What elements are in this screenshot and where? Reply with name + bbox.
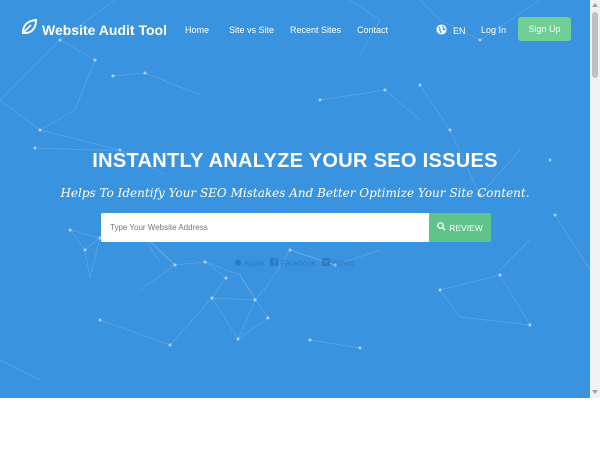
yahoo-icon bbox=[321, 258, 330, 268]
example-yahoo[interactable]: Yahoo bbox=[321, 258, 355, 268]
hero-section: Website Audit Tool Home Site vs Site Rec… bbox=[0, 0, 590, 398]
example-apple[interactable]: Apple bbox=[234, 258, 264, 268]
hero-subheadline: Helps To Identify Your SEO Mistakes And … bbox=[60, 186, 530, 200]
example-apple-label: Apple bbox=[244, 258, 265, 268]
scroll-down-arrow[interactable] bbox=[592, 390, 598, 394]
globe-icon bbox=[436, 24, 447, 37]
scroll-up-arrow[interactable] bbox=[592, 3, 598, 7]
language-selector[interactable]: EN bbox=[436, 24, 466, 37]
nav-contact[interactable]: Contact bbox=[357, 25, 388, 35]
signup-button[interactable]: Sign Up bbox=[518, 17, 571, 41]
nav-site-vs-site[interactable]: Site vs Site bbox=[229, 25, 274, 35]
brand-name: Website Audit Tool bbox=[42, 21, 167, 38]
language-label: EN bbox=[453, 25, 466, 36]
scroll-thumb[interactable] bbox=[592, 12, 598, 78]
example-facebook-label: Facebook bbox=[280, 258, 316, 268]
facebook-icon bbox=[270, 258, 279, 268]
example-facebook[interactable]: Facebook bbox=[270, 258, 316, 268]
top-navbar: Website Audit Tool Home Site vs Site Rec… bbox=[0, 0, 590, 60]
page-scrollbar[interactable] bbox=[590, 0, 600, 398]
apple-icon bbox=[234, 258, 242, 268]
review-button[interactable]: REVIEW bbox=[429, 213, 491, 242]
search-icon bbox=[437, 222, 449, 233]
leaf-icon bbox=[20, 18, 38, 41]
brand-logo[interactable]: Website Audit Tool bbox=[20, 18, 167, 41]
login-link[interactable]: Log In bbox=[481, 25, 506, 35]
nav-recent-sites[interactable]: Recent Sites bbox=[290, 25, 341, 35]
page-content-below bbox=[0, 398, 600, 450]
nav-home[interactable]: Home bbox=[185, 25, 209, 35]
website-address-input[interactable] bbox=[101, 213, 429, 242]
review-label: REVIEW bbox=[449, 222, 483, 233]
hero-headline: INSTANTLY ANALYZE YOUR SEO ISSUES bbox=[92, 150, 498, 172]
website-search-form: REVIEW bbox=[101, 213, 491, 242]
example-yahoo-label: Yahoo bbox=[331, 258, 355, 268]
example-sites: Apple Facebook Yahoo bbox=[234, 258, 360, 268]
